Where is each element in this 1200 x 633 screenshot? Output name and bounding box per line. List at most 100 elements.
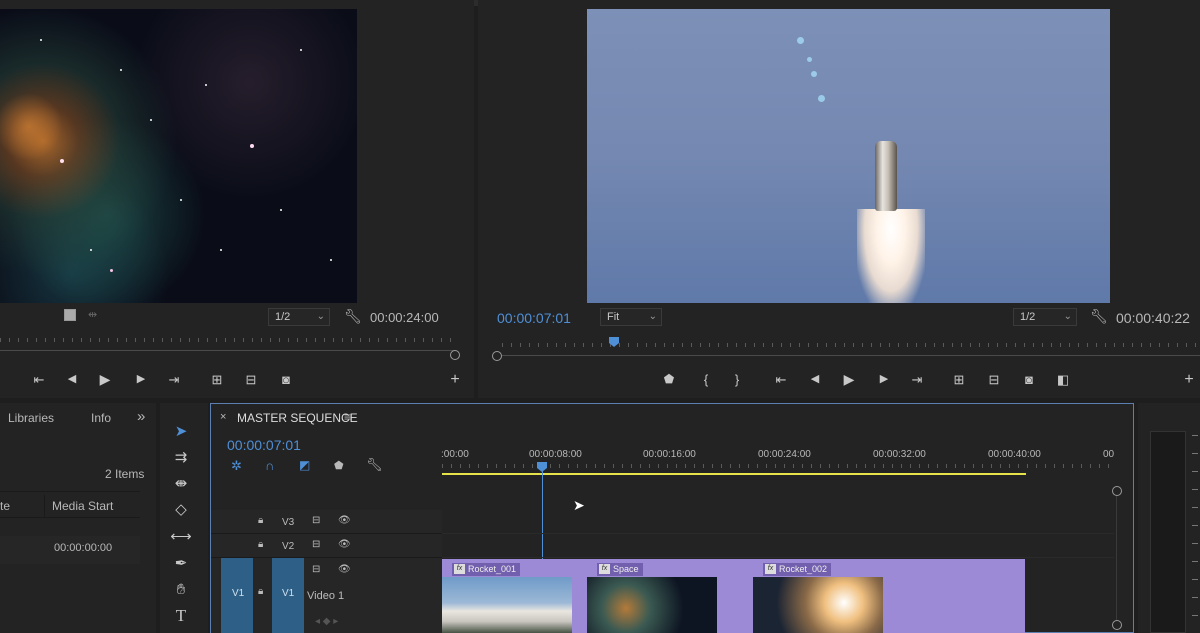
play-icon[interactable]: ▶︎ [94,371,116,388]
timeline-panel: × MASTER SEQUENCE ≡ 00:00:07:01 ✲ ∩ ◩ ⬟ … [210,403,1134,633]
lock-icon[interactable]: 🔒︎ [258,539,263,550]
camera-icon[interactable]: ◙ [275,372,297,387]
comparison-view-icon[interactable]: ◧ [1052,372,1074,388]
mark-out-brace-icon[interactable]: } [726,372,748,387]
clip-gap-fill[interactable] [572,559,587,633]
add-button-icon[interactable]: + [444,371,466,389]
fx-badge-icon: fx [765,564,776,574]
safe-margins-icon[interactable] [64,309,76,321]
lens-flare [811,71,817,77]
clip-gap-fill[interactable] [717,559,753,633]
program-ruler-line [502,355,1200,356]
sync-lock-icon[interactable]: ⊟ [312,564,320,575]
sync-lock-icon[interactable]: ⊟ [312,515,320,526]
track-header-v1[interactable]: V1 🔒︎ V1 ⊟ 👁︎ Video 1 ◂ ◆ ▸ [211,558,442,633]
program-ruler-start-handle[interactable] [492,351,502,361]
chevron-down-icon: ⌄ [648,311,657,322]
track-name-v3: V3 [282,517,295,528]
drag-video-icon[interactable]: ⇹ [88,308,97,321]
source-timecode: 00:00:24:00 [370,310,439,325]
extract-icon[interactable]: ⊟ [983,372,1005,388]
keyframe-nav-icon[interactable]: ◂ ◆ ▸ [315,616,338,627]
wrench-icon[interactable]: 🔧︎ [366,457,383,473]
eye-icon[interactable]: 👁︎ [338,564,351,575]
eye-icon[interactable]: 👁︎ [338,515,351,526]
step-forward-icon[interactable]: ▶︎ [130,372,152,385]
ruler-label: 00:00:32:00 [873,449,926,460]
zoom-bar-bottom-handle[interactable] [1112,620,1122,630]
column-header-media-start[interactable]: Media Start [52,499,113,513]
mark-out-icon[interactable]: ⇥ [163,372,185,388]
tab-info[interactable]: Info [91,411,111,425]
close-icon[interactable]: × [220,411,226,423]
mark-in-brace-icon[interactable]: { [695,372,717,387]
pen-tool-icon[interactable]: ✒ [170,553,192,575]
add-button-icon[interactable]: + [1178,371,1200,389]
add-marker-icon[interactable]: ⬟ [334,459,344,472]
eye-icon[interactable]: 👁︎ [338,539,351,550]
play-icon[interactable]: ▶︎ [838,371,860,388]
go-to-out-icon[interactable]: ⇥ [906,372,928,388]
clip-rocket-002[interactable]: fx Rocket_002 [753,559,1025,633]
track-header-v3[interactable]: 🔒︎ V3 ⊟ 👁︎ [211,510,442,534]
clip-thumbnail [587,577,717,633]
program-zoom-select[interactable]: Fit ⌄ [600,308,662,326]
column-header-rate[interactable]: te [0,499,10,513]
shuttle [875,141,897,211]
wrench-icon[interactable]: 🔧︎ [344,308,362,325]
razor-tool-icon[interactable]: ◇ [170,499,192,521]
source-resolution-select[interactable]: 1/2 ⌄ [268,308,330,326]
step-forward-icon[interactable]: ▶︎ [873,372,895,385]
add-marker-icon[interactable]: ⬟ [658,372,680,386]
camera-icon[interactable]: ◙ [1018,372,1040,387]
track-lane-v3[interactable] [442,510,1114,534]
go-to-in-icon[interactable]: ⇤ [770,372,792,388]
step-back-icon[interactable]: ◀︎ [804,372,826,385]
ruler-label: 00:00:08:00 [529,449,582,460]
source-ruler-end-handle[interactable] [450,350,460,360]
ripple-edit-tool-icon[interactable]: ⇼ [170,473,192,495]
linked-selection-icon[interactable]: ◩ [299,458,310,472]
tab-master-sequence[interactable]: MASTER SEQUENCE [237,411,358,425]
timeline-timecode[interactable]: 00:00:07:01 [227,437,301,453]
fx-badge-icon: fx [454,564,465,574]
clip-rocket-001[interactable]: fx Rocket_001 [442,559,572,633]
vertical-zoom-bar[interactable] [1116,496,1117,620]
clip-space[interactable]: fx Space [587,559,717,633]
mark-in-icon[interactable]: ⇤ [28,372,50,388]
insert-icon[interactable]: ⊞ [206,372,228,388]
panel-menu-icon[interactable]: ≡ [344,410,351,424]
type-tool-icon[interactable]: T [170,605,192,627]
meter-scale [1192,435,1198,625]
audio-meter-panel [1138,403,1200,633]
project-panel: Libraries Info » 2 Items te Media Start … [0,403,156,633]
zoom-bar-top-handle[interactable] [1112,486,1122,496]
ruler-label: 00:00:24:00 [758,449,811,460]
program-resolution-value: 1/2 [1020,311,1036,323]
sync-lock-icon[interactable]: ⊟ [312,539,320,550]
overwrite-icon[interactable]: ⊟ [240,372,262,388]
tab-libraries[interactable]: Libraries [8,411,54,425]
panel-overflow-icon[interactable]: » [137,408,145,425]
lock-icon[interactable]: 🔒︎ [258,515,263,526]
source-patch-label: V1 [232,588,245,599]
slip-tool-icon[interactable]: ⟷ [170,526,192,548]
program-resolution-select[interactable]: 1/2 ⌄ [1013,308,1077,326]
nest-sequence-icon[interactable]: ✲ [231,458,242,474]
hand-tool-icon[interactable]: ✋︎ [170,579,192,601]
chevron-down-icon: ⌄ [1063,311,1072,322]
ruler-label: :00:00 [441,449,469,460]
lift-icon[interactable]: ⊞ [948,372,970,388]
snap-magnet-icon[interactable]: ∩ [265,458,274,473]
track-header-v2[interactable]: 🔒︎ V2 ⊟ 👁︎ [211,534,442,558]
work-area-bar[interactable] [442,473,1026,475]
track-lane-v2[interactable] [442,534,1114,558]
rocket-exhaust [857,209,925,303]
ruler-label: 00 [1103,449,1115,460]
wrench-icon[interactable]: 🔧︎ [1090,308,1108,325]
step-back-icon[interactable]: ◀︎ [61,372,83,385]
lock-icon[interactable]: 🔒︎ [258,586,263,597]
selection-tool-icon[interactable]: ➤ [170,421,192,443]
program-timecode[interactable]: 00:00:07:01 [497,310,571,326]
track-select-tool-icon[interactable]: ⇉ [170,447,192,469]
